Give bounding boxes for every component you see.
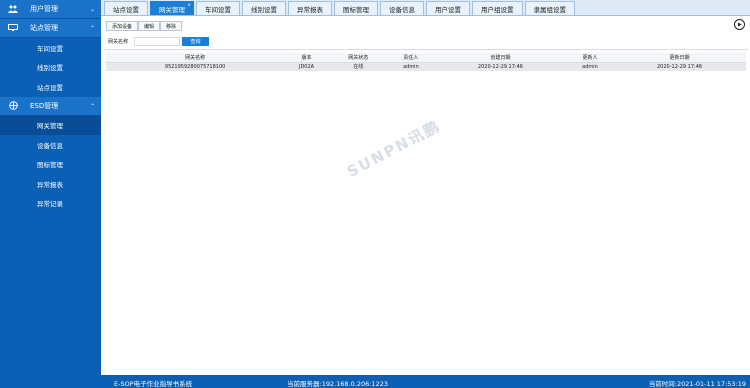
tab-exception-report[interactable]: 异常报表 xyxy=(288,1,332,15)
remove-button[interactable]: 移除 xyxy=(160,21,183,31)
table-cell: 9521959280075718100 xyxy=(106,62,285,71)
chevron-down-icon: ⌄ xyxy=(89,6,95,13)
tab-label: 图标管理 xyxy=(343,5,369,14)
table-cell: JD02A xyxy=(284,62,329,71)
sidebar-item-label: 异常报表 xyxy=(37,180,63,189)
column-header: 版本 xyxy=(284,53,329,63)
sidebar-group-sites[interactable]: 站点管理 ⌃ xyxy=(0,19,101,38)
sidebar-item-gateway[interactable]: 网关管理 xyxy=(0,115,101,135)
add-device-button[interactable]: 添加设备 xyxy=(106,21,139,31)
monitor-icon xyxy=(6,24,20,32)
tab-label: 车间设置 xyxy=(205,5,231,14)
tab-bar: 站点设置 网关管理 × 车间设置 线别设置 异常报表 图标管理 设备信息 用户设置… xyxy=(101,0,750,16)
tab-membership-settings[interactable]: 隶属组设置 xyxy=(524,1,575,15)
table-cell: 2020-12-29 17:46 xyxy=(434,62,567,71)
sidebar-item-site[interactable]: 站点设置 xyxy=(0,77,101,97)
sidebar-item-exception-log[interactable]: 异常记录 xyxy=(0,194,101,214)
sidebar-item-label: 异常记录 xyxy=(37,200,63,209)
column-header: 责任人 xyxy=(387,53,435,63)
system-name: E-SOP电子作业指导书系统 xyxy=(114,380,193,388)
tab-gateway-management[interactable]: 网关管理 × xyxy=(150,1,194,15)
sidebar-item-label: 图标管理 xyxy=(37,161,63,170)
column-header: 创建日期 xyxy=(434,53,567,63)
divider xyxy=(104,49,748,50)
sidebar-item-label: 设备信息 xyxy=(37,141,63,150)
tab-label: 隶属组设置 xyxy=(533,5,567,14)
table-row[interactable]: 9521959280075718100 JD02A 在线 admin 2020-… xyxy=(106,62,746,71)
chevron-up-icon: ⌃ xyxy=(89,25,95,32)
tab-label: 站点设置 xyxy=(113,5,139,14)
tab-label: 设备信息 xyxy=(389,5,415,14)
tab-icon-management[interactable]: 图标管理 xyxy=(334,1,378,15)
globe-icon xyxy=(6,101,20,110)
column-header: 网关状态 xyxy=(328,53,388,63)
sidebar-item-label: 线别设置 xyxy=(37,64,63,73)
gateway-name-input[interactable] xyxy=(134,37,181,46)
tab-site-settings[interactable]: 站点设置 xyxy=(104,1,148,15)
close-icon[interactable]: × xyxy=(187,3,191,8)
tab-user-settings[interactable]: 用户设置 xyxy=(426,1,470,15)
tab-line-settings[interactable]: 线别设置 xyxy=(242,1,286,15)
users-icon xyxy=(6,5,20,13)
tab-label: 用户设置 xyxy=(435,5,461,14)
search-button[interactable]: 查询 xyxy=(182,37,210,46)
chevron-up-icon: ⌃ xyxy=(89,102,95,110)
sidebar-group-label: 用户管理 xyxy=(30,5,58,13)
column-header: 网关名称 xyxy=(106,53,285,63)
table-header-row: 网关名称 版本 网关状态 责任人 创建日期 更新人 更新日期 xyxy=(106,53,746,63)
sidebar-group-esd[interactable]: ESD管理 ⌃ xyxy=(0,96,101,116)
tab-user-group-settings[interactable]: 用户组设置 xyxy=(472,1,523,15)
sidebar-group-label: ESD管理 xyxy=(30,101,59,110)
column-header: 更新人 xyxy=(566,53,614,63)
server-address: 当前服务器:192.168.0.206:1223 xyxy=(287,380,388,388)
table-cell: admin xyxy=(387,62,435,71)
sidebar: 用户管理 ⌄ 站点管理 ⌃ 车间设置 线别设置 站点设置 ESD管理 ⌃ 网关管… xyxy=(0,0,101,388)
sidebar-group-users[interactable]: 用户管理 ⌄ xyxy=(0,0,101,19)
tab-label: 异常报表 xyxy=(297,5,323,14)
tab-label: 用户组设置 xyxy=(481,5,514,14)
table-cell: 在线 xyxy=(328,62,388,71)
tab-label: 线别设置 xyxy=(251,5,277,14)
column-header: 更新日期 xyxy=(613,53,746,63)
current-time: 当前时间:2021-01-11 17:53:19 xyxy=(648,380,746,388)
sidebar-item-label: 网关管理 xyxy=(37,122,63,131)
sidebar-item-exception-report[interactable]: 异常报表 xyxy=(0,174,101,194)
search-label: 网关名称 xyxy=(108,39,129,45)
toolbar: 添加设备 编辑 移除 xyxy=(106,21,183,31)
table-cell: admin xyxy=(566,62,614,71)
tab-workshop-settings[interactable]: 车间设置 xyxy=(196,1,240,15)
sidebar-item-workshop[interactable]: 车间设置 xyxy=(0,38,101,58)
main-content: 添加设备 编辑 移除 网关名称 查询 网关名称 版本 网关状态 责任人 创建日期… xyxy=(101,17,750,375)
gateway-table: 网关名称 版本 网关状态 责任人 创建日期 更新人 更新日期 952195928… xyxy=(106,53,746,71)
table-cell: 2020-12-29 17:46 xyxy=(613,62,746,71)
sidebar-group-label: 站点管理 xyxy=(30,24,58,32)
search-row: 网关名称 查询 xyxy=(108,37,210,46)
edit-button[interactable]: 编辑 xyxy=(138,21,161,31)
sidebar-item-icon-management[interactable]: 图标管理 xyxy=(0,155,101,175)
sidebar-item-label: 站点设置 xyxy=(37,83,63,92)
sidebar-item-label: 车间设置 xyxy=(37,44,63,53)
tab-device-info[interactable]: 设备信息 xyxy=(380,1,424,15)
status-bar: E-SOP电子作业指导书系统 当前服务器:192.168.0.206:1223 … xyxy=(101,375,750,388)
sidebar-item-line[interactable]: 线别设置 xyxy=(0,58,101,78)
sidebar-item-device-info[interactable]: 设备信息 xyxy=(0,135,101,155)
tab-label: 网关管理 xyxy=(159,5,185,14)
